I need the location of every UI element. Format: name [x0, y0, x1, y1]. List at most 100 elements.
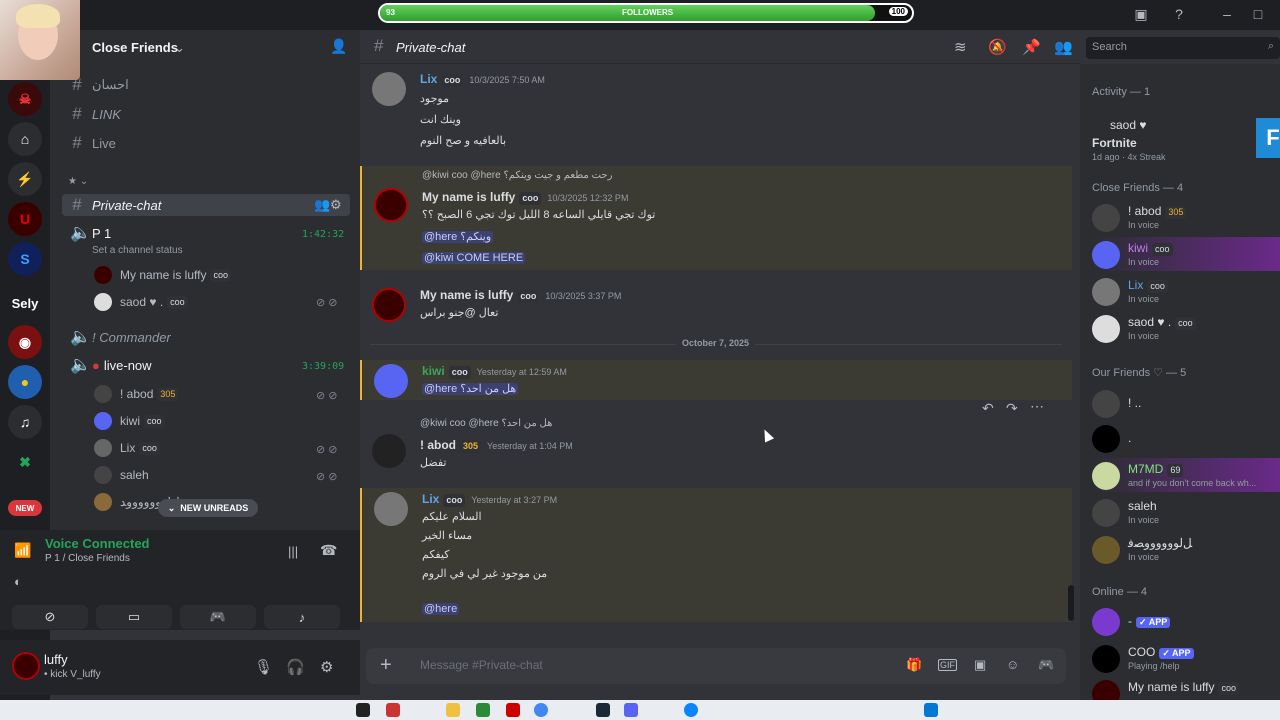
search-input[interactable]: Search ⌕	[1086, 37, 1280, 59]
invite-icon[interactable]: 👥	[314, 197, 330, 213]
camera-toggle-button[interactable]: ⊘	[12, 605, 88, 629]
member-item[interactable]: saleh In voice	[1090, 495, 1280, 529]
avatar[interactable]	[374, 188, 408, 222]
avatar[interactable]	[372, 434, 406, 468]
disconnect-icon[interactable]: ☎	[320, 542, 337, 559]
channel-item[interactable]: # Live	[70, 132, 116, 154]
screen-share-button[interactable]: ▭	[96, 605, 172, 629]
category-star[interactable]: ★ ⌄	[68, 170, 88, 192]
scrollbar[interactable]	[1068, 585, 1074, 621]
message-composer[interactable]: + Message #Private-chat 🎁 GIF ▣ ☺ 🎮	[366, 648, 1066, 684]
new-badge[interactable]: NEW	[8, 500, 42, 516]
member-item[interactable]: kiwi coo In voice	[1090, 237, 1280, 271]
channel-item[interactable]: # LINK	[70, 103, 121, 125]
activity-card[interactable]: saod ♥ Fortnite 1d ago · 4x Streak F	[1090, 112, 1280, 164]
voice-channel[interactable]: 🔈 P 1	[70, 222, 111, 244]
author-name[interactable]: My name is luffy	[420, 288, 513, 302]
message-text[interactable]: @kiwi COME HERE	[422, 252, 526, 264]
member-item[interactable]: My name is luffy coo	[1090, 676, 1280, 700]
message-text[interactable]: @here	[422, 603, 460, 615]
server-icon[interactable]: ⌂	[8, 122, 42, 156]
discord-icon[interactable]	[624, 703, 638, 717]
gif-icon[interactable]: GIF	[938, 659, 957, 671]
voice-member[interactable]: Lix coo	[94, 437, 160, 459]
member-item[interactable]: ! ..	[1090, 386, 1280, 420]
avatar[interactable]	[12, 652, 40, 680]
channel-status-hint[interactable]: Set a channel status	[92, 245, 183, 256]
voice-member[interactable]: saod ♥ . coo	[94, 291, 188, 313]
server-icon[interactable]: ⚡	[8, 162, 42, 196]
app-icon[interactable]	[386, 703, 400, 717]
message[interactable]: @kiwi coo @here رحت مطعم و جيت وينكم؟ My…	[360, 166, 1072, 270]
server-label[interactable]: Sely	[8, 286, 42, 320]
voice-channel[interactable]: 🔈! Commander	[70, 326, 171, 348]
member-item[interactable]: .	[1090, 421, 1280, 455]
minimize-icon[interactable]: –	[1216, 6, 1238, 24]
gear-icon[interactable]: ⚙	[320, 658, 333, 676]
activities-button[interactable]: 🎮	[180, 605, 256, 629]
guild-header[interactable]: Close Friends ⌄ 👤	[50, 30, 360, 64]
server-icon[interactable]: ☠	[8, 82, 42, 116]
sticker-icon[interactable]: ▣	[974, 657, 986, 673]
server-icon[interactable]: ◉	[8, 325, 42, 359]
voice-member[interactable]: kiwi coo	[94, 410, 165, 432]
gift-icon[interactable]: 🎁	[906, 657, 922, 673]
avatar[interactable]	[372, 72, 406, 106]
message[interactable]: My name is luffy coo 10/3/2025 3:37 PM تعا…	[360, 284, 1072, 330]
member-item[interactable]: saod ♥ . coo In voice	[1090, 311, 1280, 345]
author-name[interactable]: Lix	[422, 492, 439, 506]
avatar[interactable]	[372, 288, 406, 322]
help-icon[interactable]: ?	[1168, 6, 1190, 24]
server-icon[interactable]: ●	[8, 365, 42, 399]
member-item[interactable]: M7MD 69 and if you don't come back wh...	[1090, 458, 1280, 492]
voice-member[interactable]: ! abod 305	[94, 383, 179, 405]
voice-member[interactable]: saleh	[94, 464, 149, 486]
new-unreads-button[interactable]: ⌄ NEW UNREADS	[158, 499, 258, 517]
message[interactable]: Lix coo Yesterday at 3:27 PM السلام عليكم …	[360, 488, 1072, 622]
avatar[interactable]	[374, 492, 408, 526]
noise-suppression-icon[interactable]: |||	[288, 544, 298, 559]
channel-item-active[interactable]: # Private-chat 👥 ⚙	[62, 194, 350, 216]
username[interactable]: luffy	[44, 652, 68, 667]
voice-status-subtitle[interactable]: P 1 / Close Friends	[45, 553, 130, 564]
app-icon[interactable]	[356, 703, 370, 717]
server-icon[interactable]: ♫	[8, 405, 42, 439]
notification-off-icon[interactable]: 🔕	[988, 38, 1007, 56]
voice-status-title[interactable]: Voice Connected	[45, 536, 150, 551]
message-text[interactable]: @here هل من احد؟	[422, 383, 519, 395]
edge-icon[interactable]	[684, 703, 698, 717]
plus-icon[interactable]: +	[380, 654, 392, 677]
member-item[interactable]: ! abod 305 In voice	[1090, 200, 1280, 234]
message[interactable]: kiwi coo Yesterday at 12:59 AM @here هل من…	[360, 360, 1072, 400]
reply-preview[interactable]: @kiwi coo @here هل من احد؟	[420, 418, 552, 429]
pin-icon[interactable]: 📌	[1022, 38, 1041, 56]
message-input[interactable]: Message #Private-chat	[420, 658, 543, 672]
avatar[interactable]	[374, 364, 408, 398]
member-item[interactable]: - ✓ APP	[1090, 604, 1280, 638]
folder-icon[interactable]	[446, 703, 460, 717]
windows-start-icon[interactable]	[924, 703, 938, 717]
soundboard-button[interactable]: ♪	[264, 605, 340, 629]
member-item[interactable]: ﻞﻟﻮﻭﻭﻭﻭﻭﺼﻓ In voice	[1090, 532, 1280, 566]
voice-member[interactable]: My name is luffy coo	[94, 264, 231, 286]
reply-preview[interactable]: @kiwi coo @here رحت مطعم و جيت وينكم؟	[422, 170, 612, 181]
message-text[interactable]: @here وينكم؟	[422, 231, 494, 243]
threads-icon[interactable]: ≋	[954, 38, 967, 56]
more-icon[interactable]: ⋯	[1030, 398, 1044, 415]
maximize-icon[interactable]: □	[1247, 6, 1269, 24]
app-icon[interactable]	[476, 703, 490, 717]
server-icon[interactable]: U	[8, 202, 42, 236]
author-name[interactable]: kiwi	[422, 364, 445, 378]
gear-icon[interactable]: ⚙	[330, 197, 342, 213]
app-icon[interactable]	[506, 703, 520, 717]
server-icon[interactable]: ✖	[8, 445, 42, 479]
member-list-icon[interactable]: 👥	[1054, 38, 1073, 56]
inbox-icon[interactable]: ▣	[1130, 6, 1152, 24]
emoji-icon[interactable]: ☺	[1006, 657, 1019, 672]
gamepad-icon[interactable]: 🎮	[1038, 657, 1054, 673]
browser-icon[interactable]	[534, 703, 548, 717]
message[interactable]: @kiwi coo @here هل من احد؟ ! abod 305 Yest…	[360, 414, 1072, 474]
server-icon[interactable]: S	[8, 242, 42, 276]
author-name[interactable]: My name is luffy	[422, 190, 515, 204]
member-item[interactable]: COO ✓ APP Playing /help	[1090, 641, 1280, 675]
